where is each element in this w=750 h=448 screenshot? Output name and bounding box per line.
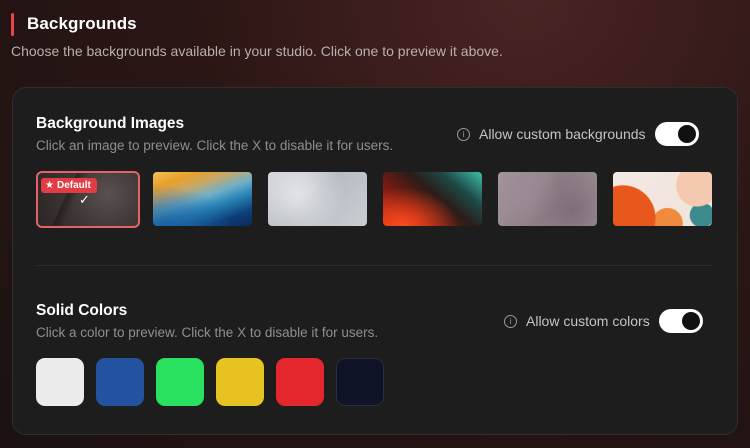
color-swatch-blue[interactable]: [96, 358, 144, 406]
page-subtitle: Choose the backgrounds available in your…: [11, 43, 503, 59]
background-images-description: Click an image to preview. Click the X t…: [36, 138, 394, 153]
allow-custom-colors-toggle[interactable]: [658, 309, 703, 333]
allow-custom-backgrounds-group: i Allow custom backgrounds: [457, 122, 699, 146]
background-thumb-red-teal[interactable]: [383, 172, 482, 226]
star-icon: ★: [45, 180, 54, 191]
color-swatch-green[interactable]: [156, 358, 204, 406]
background-thumb-blue-yellow[interactable]: [153, 172, 252, 226]
color-swatch-white[interactable]: [36, 358, 84, 406]
solid-colors-title: Solid Colors: [36, 302, 128, 319]
section-divider: [36, 265, 713, 266]
allow-custom-colors-group: i Allow custom colors: [504, 309, 703, 333]
color-swatch-red[interactable]: [276, 358, 324, 406]
allow-custom-backgrounds-label: Allow custom backgrounds: [479, 126, 646, 142]
info-icon[interactable]: i: [457, 127, 470, 141]
color-swatch-navy[interactable]: [336, 358, 384, 406]
info-icon[interactable]: i: [504, 314, 517, 328]
toggle-knob: [681, 312, 700, 330]
background-images-title: Background Images: [36, 115, 185, 132]
backgrounds-card: Background Images Click an image to prev…: [12, 87, 738, 435]
background-thumb-orange-abstract[interactable]: [613, 172, 712, 226]
background-thumb-dark-concrete[interactable]: ★ Default ✓: [36, 171, 140, 228]
page-title: Backgrounds: [27, 14, 137, 33]
default-badge: ★ Default: [41, 178, 97, 193]
toggle-knob: [677, 125, 696, 143]
color-swatch-yellow[interactable]: [216, 358, 264, 406]
allow-custom-colors-label: Allow custom colors: [526, 313, 650, 329]
allow-custom-backgrounds-toggle[interactable]: [654, 122, 699, 146]
background-thumb-mauve-stone[interactable]: [498, 172, 597, 226]
background-thumb-silver-grain[interactable]: [268, 172, 367, 226]
solid-colors-description: Click a color to preview. Click the X to…: [36, 325, 379, 340]
accent-bar: [11, 13, 14, 36]
default-badge-label: Default: [56, 180, 91, 191]
check-icon: ✓: [79, 193, 90, 208]
